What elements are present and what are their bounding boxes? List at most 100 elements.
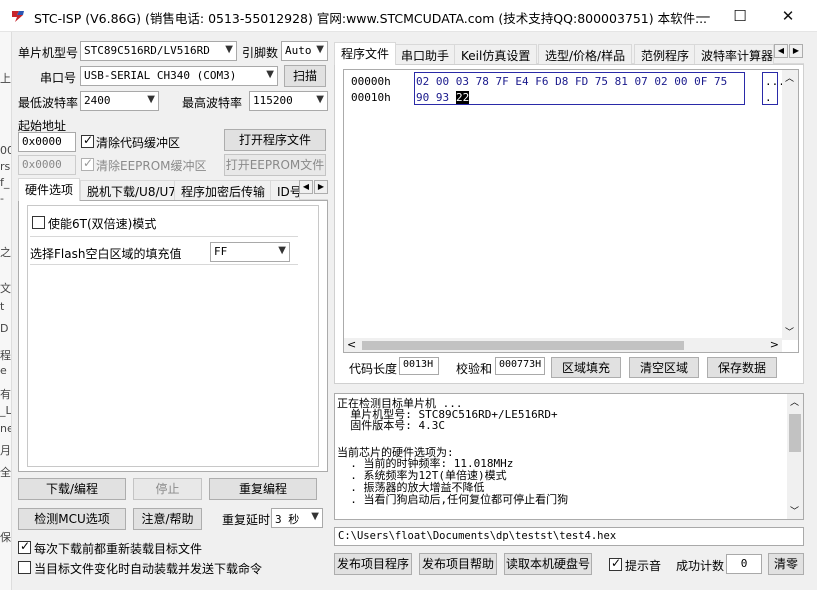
sound-checkbox[interactable] [609,556,622,571]
min-baud-label: 最低波特率 [18,96,79,110]
sound-label: 提示音 [625,559,662,573]
tab-id-number[interactable]: ID号 [270,180,300,200]
publish-project-button[interactable]: 发布项目程序 [334,553,412,575]
right-tab-strip: 程序文件 串口助手 Keil仿真设置 选型/价格/样品 范例程序 波特率计算器 … [334,42,804,65]
clear-count-button[interactable]: 清零 [768,553,804,575]
bg-text: rs [0,160,11,173]
tab-scroll-right-icon[interactable]: ▶ [789,44,803,58]
stop-button[interactable]: 停止 [133,478,202,500]
open-program-file-button[interactable]: 打开程序文件 [224,129,326,151]
bg-text: 00 [0,144,11,157]
repeat-delay-select[interactable]: 3 秒 ▼ [271,508,323,528]
tab-serial-assistant[interactable]: 串口助手 [394,44,457,64]
min-baud-value: 2400 [84,94,111,107]
minimize-icon: — [695,7,711,25]
download-program-button[interactable]: 下载/编程 [18,478,126,500]
area-fill-button[interactable]: 区域填充 [551,357,621,378]
pin-count-label: 引脚数 [242,46,279,60]
tab-scroll-left-icon[interactable]: ◀ [299,180,313,194]
tab-encrypted-transfer[interactable]: 程序加密后传输 [174,180,273,200]
bg-text: - [0,192,4,205]
detect-mcu-options-button[interactable]: 检测MCU选项 [18,508,126,530]
scroll-up-icon[interactable]: ︿ [790,395,799,408]
log-line: 固件版本号: 4.3C [337,419,445,432]
hex-cursor[interactable]: 22 [456,91,470,104]
bg-text: t [0,300,5,313]
hex-address: 00000h [351,75,391,88]
scroll-left-icon[interactable]: < [347,338,356,351]
fill-value-select[interactable]: FF ▼ [210,242,290,262]
clear-eeprom-buffer-checkbox[interactable] [81,156,94,171]
pin-count-value: Auto [285,44,312,57]
maximize-button[interactable]: ☐ [717,0,763,32]
repeat-program-button[interactable]: 重复编程 [209,478,317,500]
serial-port-select[interactable]: USB-SERIAL CH340 (COM3) ▼ [80,66,278,86]
chevron-down-icon: ▼ [225,44,233,55]
open-eeprom-file-button[interactable]: 打开EEPROM文件 [224,154,326,176]
clear-eeprom-buffer-label: 清除EEPROM缓冲区 [96,159,207,173]
bg-text: ne [0,422,11,435]
save-data-button[interactable]: 保存数据 [707,357,777,378]
eeprom-start-address-input[interactable]: 0x0000 [18,155,76,175]
hex-editor[interactable]: 00000h 02 00 03 78 7F E4 F6 D8 FD 75 81 … [343,69,799,353]
mcu-type-select[interactable]: STC89C516RD/LV516RD ▼ [80,41,237,61]
close-button[interactable]: ✕ [765,0,811,32]
publish-help-button[interactable]: 发布项目帮助 [419,553,497,575]
option-divider [30,264,298,265]
enable-6t-checkbox[interactable] [32,216,45,229]
max-baud-select[interactable]: 115200 ▼ [249,91,328,111]
clear-code-buffer-checkbox[interactable] [81,133,94,148]
option-divider [30,236,298,237]
pin-count-select[interactable]: Auto ▼ [281,41,328,61]
tab-offline-download[interactable]: 脱机下载/U8/U7 [80,180,183,200]
notes-help-button[interactable]: 注意/帮助 [133,508,202,530]
background-window-strip: 上 00 rs f_ - 之 文 t D 程 e 有 _L ne 月 全 保 [0,32,12,590]
scrollbar-thumb[interactable] [789,414,801,452]
code-length-value: 0013H [399,357,439,375]
status-log[interactable]: 正在检测目标单片机 ... 单片机型号: STC89C516RD+/LE516R… [334,393,804,520]
code-length-label: 代码长度 [349,362,398,376]
vertical-scrollbar[interactable]: ︿ ﹀ [782,70,798,340]
clear-code-buffer-label: 清除代码缓冲区 [96,136,181,150]
max-baud-value: 115200 [253,94,293,107]
repeat-delay-label: 重复延时 [222,513,271,527]
repeat-delay-value: 3 秒 [275,513,300,526]
tab-selection-price[interactable]: 选型/价格/样品 [538,44,633,64]
bg-text: 有 [0,388,11,401]
scrollbar-thumb[interactable] [362,341,684,350]
hex-bytes[interactable]: 90 93 [416,91,449,104]
maximize-icon: ☐ [733,7,747,25]
mcu-type-value: STC89C516RD/LV516RD [84,44,210,57]
min-baud-select[interactable]: 2400 ▼ [80,91,159,111]
bg-text: D [0,322,9,335]
scroll-right-icon[interactable]: > [770,338,779,351]
bg-text: _L [0,404,12,417]
scan-button[interactable]: 扫描 [284,65,326,87]
fill-value-value: FF [214,245,228,258]
tab-keil-debug[interactable]: Keil仿真设置 [454,44,538,64]
chevron-down-icon: ▼ [316,94,324,105]
hex-address: 00010h [351,91,391,104]
code-start-address-input[interactable]: 0x0000 [18,132,76,152]
file-path-field[interactable]: C:\Users\float\Documents\dp\testst\test4… [334,527,804,546]
tab-program-file[interactable]: 程序文件 [334,42,397,65]
tab-examples[interactable]: 范例程序 [634,44,697,64]
horizontal-scrollbar[interactable]: < > [344,338,782,352]
scroll-up-icon[interactable]: ︿ [785,71,794,84]
auto-reload-checkbox[interactable] [18,561,31,574]
tab-baud-calculator[interactable]: 波特率计算器 [694,44,774,64]
tab-hardware-options[interactable]: 硬件选项 [18,178,81,201]
chevron-down-icon: ▼ [311,511,319,522]
scroll-down-icon[interactable]: ﹀ [790,504,799,517]
bg-text: 月 [0,444,11,457]
scroll-down-icon[interactable]: ﹀ [785,325,794,338]
title-bar: STC-ISP (V6.86G) (销售电话: 0513-55012928) 官… [0,0,817,32]
reload-before-download-checkbox[interactable] [18,539,31,554]
tab-scroll-right-icon[interactable]: ▶ [314,180,328,194]
clear-area-button[interactable]: 清空区域 [629,357,699,378]
read-disk-id-button[interactable]: 读取本机硬盘号 [504,553,592,575]
log-scrollbar[interactable]: ︿ ﹀ [787,394,803,519]
tab-scroll-left-icon[interactable]: ◀ [774,44,788,58]
fill-value-label: 选择Flash空白区域的填充值 [30,247,182,261]
hex-bytes[interactable]: 02 00 03 78 7F E4 F6 D8 FD 75 81 07 02 0… [416,75,727,88]
